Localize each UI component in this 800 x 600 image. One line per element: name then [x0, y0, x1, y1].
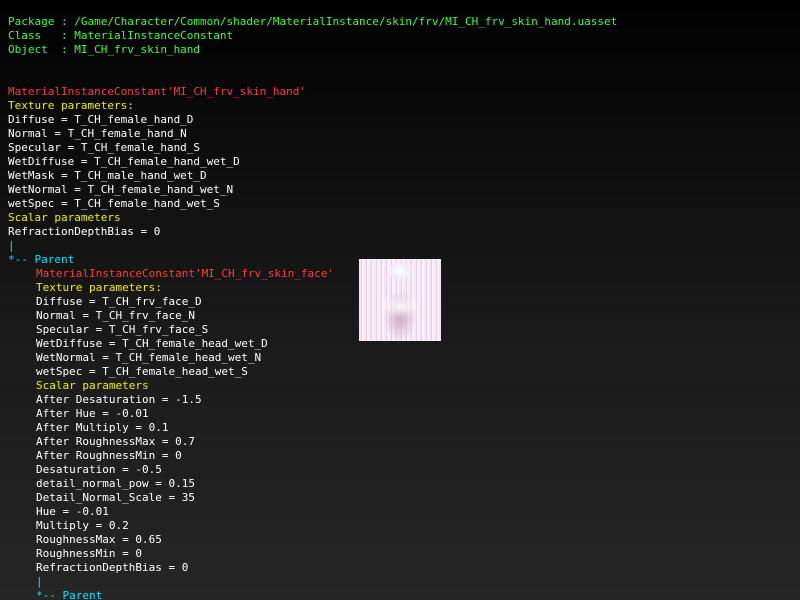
parent-scalar-param-line: After Desaturation = -1.5: [36, 393, 202, 406]
parent-scalar-param-line: Hue = -0.01: [36, 505, 109, 518]
texture-param-line: Normal = T_CH_female_hand_N: [8, 127, 187, 140]
material-name: MaterialInstanceConstant'MI_CH_frv_skin_…: [8, 85, 307, 98]
parent-scalar-param-line: After Hue = -0.01: [36, 407, 149, 420]
parent-scalar-param-line: After RoughnessMax = 0.7: [36, 435, 195, 448]
tree-pipe: |: [8, 239, 15, 252]
parent-scalar-param-line: detail_normal_pow = 0.15: [36, 477, 195, 490]
nested-parent-label: *-- Parent: [36, 589, 103, 600]
package-line: Package : /Game/Character/Common/shader/…: [8, 15, 618, 28]
texture-param-line: WetDiffuse = T_CH_female_hand_wet_D: [8, 155, 240, 168]
texture-param-line: Specular = T_CH_female_hand_S: [8, 141, 201, 154]
scalar-param-line: RefractionDepthBias = 0: [8, 225, 161, 238]
parent-scalar-param-line: Multiply = 0.2: [36, 519, 129, 532]
parent-scalar-param-line: Desaturation = -0.5: [36, 463, 162, 476]
texture-param-line: WetMask = T_CH_male_hand_wet_D: [8, 169, 207, 182]
texture-param-line: wetSpec = T_CH_female_hand_wet_S: [8, 197, 220, 210]
parent-scalar-param-line: Detail_Normal_Scale = 35: [36, 491, 195, 504]
parent-scalar-param-line: RoughnessMax = 0.65: [36, 533, 162, 546]
parent-scalar-param-line: After Multiply = 0.1: [36, 421, 169, 434]
scalar-parameters-header: Scalar parameters: [8, 211, 121, 224]
parent-scalar-param-line: After RoughnessMin = 0: [36, 449, 182, 462]
object-line: Object : MI_CH_frv_skin_hand: [8, 43, 201, 56]
texture-thumbnail-icon: [359, 259, 441, 341]
parent-scalar-parameters-header: Scalar parameters: [36, 379, 149, 392]
parent-scalar-param-line: RefractionDepthBias = 0: [36, 561, 189, 574]
nested-tree-pipe: |: [36, 575, 43, 588]
parent-texture-param-line: WetNormal = T_CH_female_head_wet_N: [36, 351, 262, 364]
parent-scalar-param-line: RoughnessMin = 0: [36, 547, 142, 560]
texture-parameters-header: Texture parameters:: [8, 99, 134, 112]
texture-param-line: WetNormal = T_CH_female_hand_wet_N: [8, 183, 234, 196]
class-line: Class : MaterialInstanceConstant: [8, 29, 234, 42]
parent-texture-param-line: wetSpec = T_CH_female_head_wet_S: [36, 365, 248, 378]
texture-param-line: Diffuse = T_CH_female_hand_D: [8, 113, 194, 126]
